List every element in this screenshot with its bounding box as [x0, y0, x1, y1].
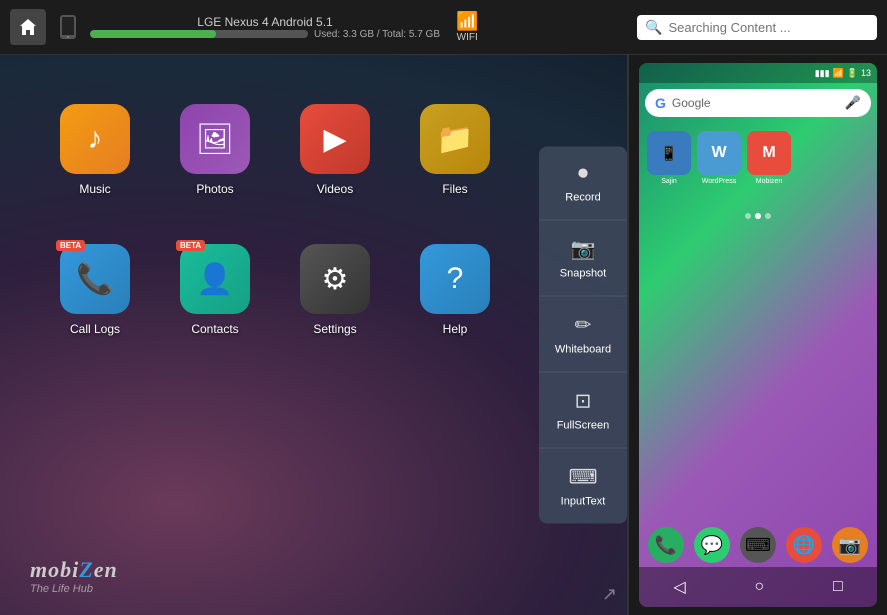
mobizen-brand: mobiZen The Life Hub: [30, 557, 118, 595]
beta-badge: BETA: [56, 240, 85, 251]
toolbar-fullscreen[interactable]: ⊡ FullScreen: [539, 373, 627, 449]
files-label: Files: [442, 182, 467, 196]
phone-dots: [639, 213, 877, 219]
search-bar[interactable]: 🔍: [637, 15, 877, 40]
phone-app-wordpress[interactable]: W WordPress: [697, 131, 741, 185]
photos-icon: 🖼: [180, 104, 250, 174]
phone-camera-icon[interactable]: 📷: [832, 527, 868, 563]
phone-bottom-apps: 📞 💬 ⌨ 🌐 📷: [639, 527, 877, 563]
videos-icon: ▶: [300, 104, 370, 174]
toolbar-snapshot[interactable]: 📷 Snapshot: [539, 221, 627, 297]
wifi-status-icon: 📶: [833, 68, 844, 79]
settings-label: Settings: [313, 322, 356, 336]
home-button[interactable]: [10, 9, 46, 45]
sajin-icon: 📱: [647, 131, 691, 175]
phone-app-mobizen[interactable]: M Mobizen: [747, 131, 791, 185]
wifi-label: WIFI: [457, 32, 478, 43]
settings-icon: ⚙: [300, 244, 370, 314]
storage-text: Used: 3.3 GB / Total: 5.7 GB: [314, 29, 440, 40]
recents-button[interactable]: □: [833, 578, 843, 596]
phone-inner: ▮▮▮ 📶 🔋 13 G Google 🎤 📱 Sajin: [639, 63, 877, 607]
whiteboard-icon: ✏: [575, 313, 592, 338]
app-item-contacts[interactable]: BETA 👤 Contacts: [160, 225, 270, 355]
back-button[interactable]: ◁: [673, 577, 685, 597]
phone-mockup: ▮▮▮ 📶 🔋 13 G Google 🎤 📱 Sajin: [627, 55, 887, 615]
side-toolbar: ⏺ Record 📷 Snapshot ✏ Whiteboard ⊡ FullS…: [539, 147, 627, 524]
storage-bar-bg: [90, 30, 308, 38]
phone-google-bar[interactable]: G Google 🎤: [645, 89, 871, 117]
inputtext-icon: ⌨: [569, 465, 598, 490]
app-item-photos[interactable]: 🖼 Photos: [160, 85, 270, 215]
search-icon: 🔍: [645, 19, 662, 36]
calllogs-icon: BETA 📞: [60, 244, 130, 314]
mobizen-tagline: The Life Hub: [30, 583, 118, 595]
music-label: Music: [79, 182, 110, 196]
google-text: Google: [672, 96, 711, 110]
toolbar-record[interactable]: ⏺ Record: [539, 147, 627, 221]
dot-2: [755, 213, 761, 219]
help-label: Help: [443, 322, 468, 336]
corner-arrow: ↗: [602, 584, 617, 605]
music-icon: ♪: [60, 104, 130, 174]
phone-icon: [56, 15, 80, 39]
phone-app-sajin[interactable]: 📱 Sajin: [647, 131, 691, 185]
inputtext-label: InputText: [561, 496, 606, 508]
phone-chat-icon[interactable]: 💬: [694, 527, 730, 563]
photos-label: Photos: [196, 182, 233, 196]
phone-nav-bar: ◁ ○ □: [639, 567, 877, 607]
contacts-icon: BETA 👤: [180, 244, 250, 314]
videos-label: Videos: [317, 182, 353, 196]
fullscreen-label: FullScreen: [557, 420, 610, 432]
snapshot-label: Snapshot: [560, 268, 606, 280]
dot-3: [765, 213, 771, 219]
dot-1: [745, 213, 751, 219]
fullscreen-icon: ⊡: [575, 389, 592, 414]
time-display: 13: [861, 68, 871, 78]
app-item-settings[interactable]: ⚙ Settings: [280, 225, 390, 355]
app-item-files[interactable]: 📁 Files: [400, 85, 510, 215]
contacts-label: Contacts: [191, 322, 238, 336]
phone-chrome-icon[interactable]: 🌐: [786, 527, 822, 563]
phone-keyboard-icon[interactable]: ⌨: [740, 527, 776, 563]
sajin-label: Sajin: [661, 178, 677, 185]
app-item-help[interactable]: ? Help: [400, 225, 510, 355]
signal-icon: ▮▮▮: [815, 68, 830, 79]
record-label: Record: [565, 192, 600, 204]
phone-screen: ▮▮▮ 📶 🔋 13 G Google 🎤 📱 Sajin: [639, 63, 877, 607]
snapshot-icon: 📷: [571, 237, 596, 262]
wordpress-label: WordPress: [702, 178, 737, 185]
mobizen-logo: mobiZen: [30, 557, 118, 583]
toolbar-whiteboard[interactable]: ✏ Whiteboard: [539, 297, 627, 373]
search-input[interactable]: [668, 20, 869, 35]
storage-bar-container: Used: 3.3 GB / Total: 5.7 GB: [90, 29, 440, 40]
calllogs-label: Call Logs: [70, 322, 120, 336]
phone-status-bar: ▮▮▮ 📶 🔋 13: [639, 63, 877, 83]
home-nav-button[interactable]: ○: [754, 578, 764, 596]
mobizen-app-icon: M: [747, 131, 791, 175]
google-logo: G: [655, 95, 666, 111]
wordpress-icon: W: [697, 131, 741, 175]
toolbar-inputtext[interactable]: ⌨ InputText: [539, 449, 627, 524]
battery-icon: 🔋: [847, 68, 858, 79]
beta-badge: BETA: [176, 240, 205, 251]
mobizen-app-label: Mobizen: [756, 178, 782, 185]
phone-apps-row: 📱 Sajin W WordPress M Mobi: [639, 123, 877, 193]
app-item-videos[interactable]: ▶ Videos: [280, 85, 390, 215]
main-content: ♪ Music 🖼 Photos ▶ Videos 📁 Files BETA: [0, 55, 887, 615]
files-icon: 📁: [420, 104, 490, 174]
device-info: LGE Nexus 4 Android 5.1 Used: 3.3 GB / T…: [90, 15, 440, 40]
phone-call-icon[interactable]: 📞: [648, 527, 684, 563]
wifi-icon: 📶: [456, 11, 478, 32]
wifi-section: 📶 WIFI: [456, 11, 478, 43]
record-icon: ⏺: [578, 163, 588, 186]
app-item-calllogs[interactable]: BETA 📞 Call Logs: [40, 225, 150, 355]
device-name: LGE Nexus 4 Android 5.1: [90, 15, 440, 29]
app-item-music[interactable]: ♪ Music: [40, 85, 150, 215]
storage-bar-fill: [90, 30, 216, 38]
top-bar: LGE Nexus 4 Android 5.1 Used: 3.3 GB / T…: [0, 0, 887, 55]
mic-icon: 🎤: [845, 95, 861, 111]
app-grid: ♪ Music 🖼 Photos ▶ Videos 📁 Files BETA: [0, 55, 550, 385]
whiteboard-label: Whiteboard: [555, 344, 611, 356]
help-icon: ?: [420, 244, 490, 314]
